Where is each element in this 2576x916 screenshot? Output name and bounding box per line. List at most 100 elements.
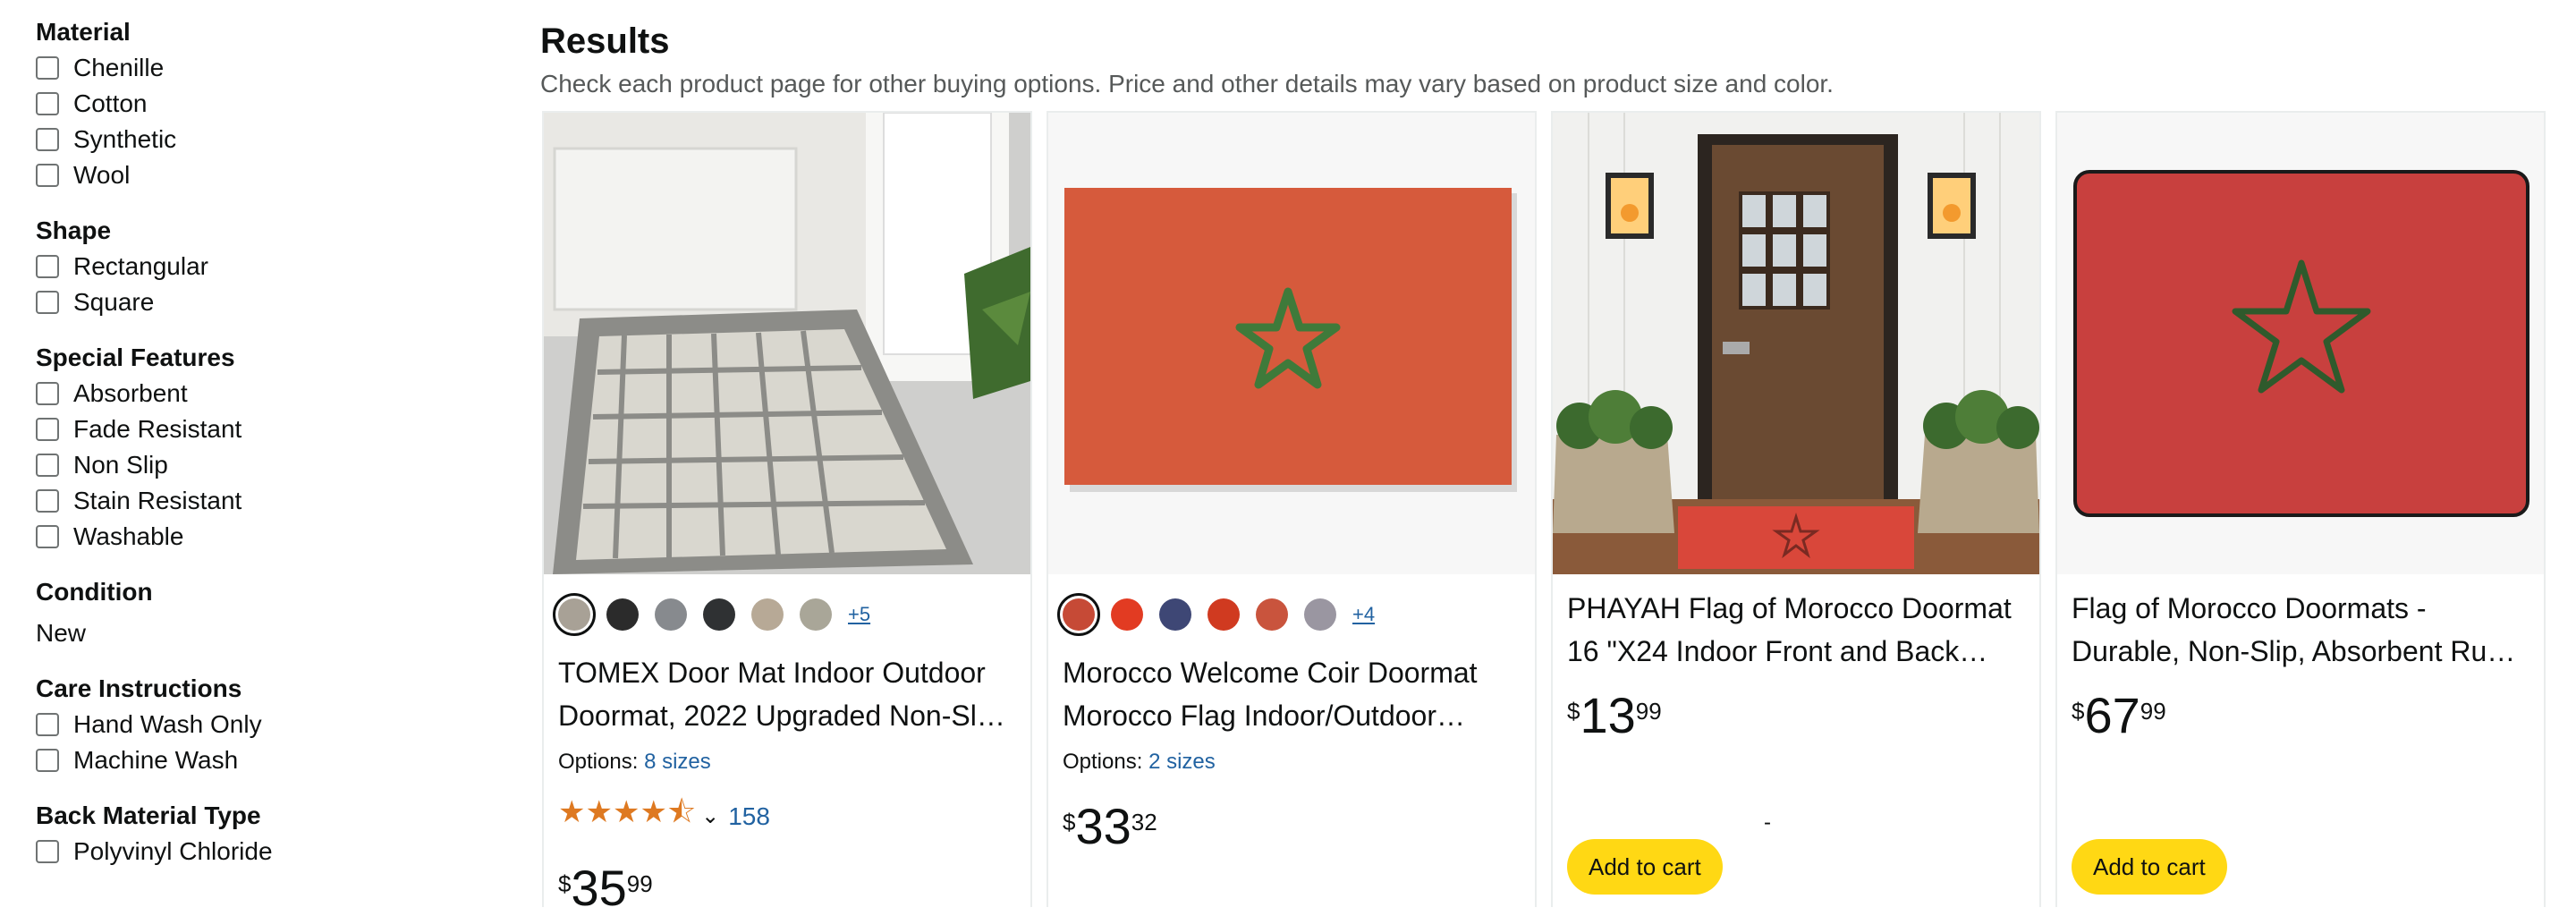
color-swatch[interactable] — [800, 598, 832, 631]
color-swatch[interactable] — [1057, 593, 1100, 636]
price-symbol: $ — [1567, 698, 1580, 725]
filter-option-machine-wash[interactable]: Machine Wash — [36, 742, 465, 778]
filter-option-label: Chenille — [73, 54, 165, 81]
options-link[interactable]: 8 sizes — [644, 750, 711, 774]
product-title[interactable]: PHAYAH Flag of Morocco Doormat 16 "X24 I… — [1567, 587, 2025, 673]
price-whole: 35 — [571, 860, 627, 916]
filter-option-wool[interactable]: Wool — [36, 157, 465, 193]
product-options: Options: 8 sizes — [558, 750, 1016, 775]
checkbox[interactable] — [36, 255, 59, 278]
add-to-cart-button[interactable]: Add to cart — [2072, 839, 2227, 895]
checkbox[interactable] — [36, 418, 59, 441]
filter-option-new[interactable]: New — [36, 615, 465, 651]
filter-title: Back Material Type — [36, 802, 261, 829]
lantern-right — [1928, 173, 1976, 239]
color-swatch[interactable] — [1111, 598, 1143, 631]
product-image[interactable] — [1048, 113, 1535, 574]
product-image[interactable] — [2057, 113, 2544, 574]
results-subtitle: Check each product page for other buying… — [540, 70, 1834, 98]
price-whole: 13 — [1580, 687, 1636, 743]
checkbox[interactable] — [36, 454, 59, 477]
price-symbol: $ — [1063, 809, 1076, 835]
color-swatch[interactable] — [655, 598, 687, 631]
checkbox[interactable] — [36, 382, 59, 405]
checkbox[interactable] — [36, 92, 59, 115]
filter-option-chenille[interactable]: Chenille — [36, 50, 465, 86]
star-rating-icon[interactable]: ★★★★⯪ — [558, 791, 696, 842]
filter-option-non-slip[interactable]: Non Slip — [36, 447, 465, 483]
color-swatch[interactable] — [1256, 598, 1288, 631]
price-whole: 33 — [1075, 798, 1131, 854]
checkbox[interactable] — [36, 164, 59, 187]
product-card: +4 Morocco Welcome Coir Doormat Morocco … — [1046, 111, 1537, 907]
product-title[interactable]: TOMEX Door Mat Indoor Outdoor Doormat, 2… — [558, 651, 1016, 737]
filter-material: Material Chenille Cotton Synthetic Wool — [36, 14, 465, 193]
filter-option-hand-wash-only[interactable]: Hand Wash Only — [36, 707, 465, 742]
filter-option-rectangular[interactable]: Rectangular — [36, 249, 465, 284]
front-door-photo — [1553, 113, 2039, 574]
filter-option-label: Wool — [73, 161, 131, 189]
filter-option-synthetic[interactable]: Synthetic — [36, 122, 465, 157]
options-link[interactable]: 2 sizes — [1148, 750, 1216, 774]
filter-back-material-type: Back Material Type Polyvinyl Chloride — [36, 798, 465, 869]
product-image[interactable] — [1553, 113, 2039, 574]
price-fraction: 32 — [1131, 809, 1157, 835]
price-whole: 67 — [2084, 687, 2140, 743]
color-swatch[interactable] — [703, 598, 735, 631]
color-swatch[interactable] — [553, 593, 596, 636]
add-to-cart-button[interactable]: Add to cart — [1567, 839, 1723, 895]
results-title: Results — [540, 21, 670, 61]
filter-option-fade-resistant[interactable]: Fade Resistant — [36, 411, 465, 447]
color-swatch[interactable] — [1208, 598, 1240, 631]
price-symbol: $ — [2072, 698, 2085, 725]
chevron-down-icon[interactable]: ⌄ — [701, 803, 719, 829]
product-title[interactable]: Flag of Morocco Doormats - Durable, Non-… — [2072, 587, 2529, 673]
checkbox[interactable] — [36, 128, 59, 151]
filter-title: Shape — [36, 216, 112, 244]
color-swatches: +5 — [553, 593, 1016, 636]
filter-option-label: Square — [73, 288, 155, 316]
checkbox[interactable] — [36, 291, 59, 314]
filter-option-label: Fade Resistant — [73, 415, 242, 443]
price-symbol: $ — [558, 870, 572, 897]
filter-option-label: Non Slip — [73, 451, 168, 479]
product-price[interactable]: $ 35 99 — [558, 861, 1016, 915]
product-price[interactable]: $ 33 32 — [1063, 800, 1521, 853]
color-swatch[interactable] — [606, 598, 639, 631]
filter-option-washable[interactable]: Washable — [36, 519, 465, 555]
filter-option-polyvinyl-chloride[interactable]: Polyvinyl Chloride — [36, 834, 465, 869]
color-swatch[interactable] — [1159, 598, 1191, 631]
filter-option-cotton[interactable]: Cotton — [36, 86, 465, 122]
checkbox[interactable] — [36, 525, 59, 548]
product-price[interactable]: $ 13 99 — [1567, 689, 2025, 742]
results-header: Results Check each product page for othe… — [540, 16, 1834, 102]
checkbox[interactable] — [36, 489, 59, 513]
more-colors-link[interactable]: +4 — [1352, 603, 1375, 626]
options-label: Options: — [558, 750, 639, 774]
checkbox[interactable] — [36, 56, 59, 80]
product-image[interactable] — [544, 113, 1030, 574]
filter-special-features: Special Features Absorbent Fade Resistan… — [36, 340, 465, 555]
filter-title: Special Features — [36, 344, 235, 371]
more-colors-link[interactable]: +5 — [848, 603, 870, 626]
product-card: +5 TOMEX Door Mat Indoor Outdoor Doormat… — [542, 111, 1032, 915]
card-body: +5 TOMEX Door Mat Indoor Outdoor Doormat… — [544, 593, 1030, 915]
product-title[interactable]: Morocco Welcome Coir Doormat Morocco Fla… — [1063, 651, 1521, 737]
rating-count-link[interactable]: 158 — [728, 802, 770, 831]
checkbox[interactable] — [36, 840, 59, 863]
checkbox[interactable] — [36, 713, 59, 736]
filter-title: Material — [36, 18, 131, 46]
color-swatch[interactable] — [1304, 598, 1336, 631]
filter-title: Care Instructions — [36, 674, 242, 702]
color-swatches: +4 — [1057, 593, 1521, 636]
filter-option-square[interactable]: Square — [36, 284, 465, 320]
product-price[interactable]: $ 67 99 — [2072, 689, 2529, 742]
filter-option-label: Synthetic — [73, 125, 177, 153]
filter-option-stain-resistant[interactable]: Stain Resistant — [36, 483, 465, 519]
card-body: PHAYAH Flag of Morocco Doormat 16 "X24 I… — [1553, 587, 2039, 742]
flag-doormat-photo — [2057, 113, 2544, 574]
filter-option-absorbent[interactable]: Absorbent — [36, 376, 465, 411]
door-mat-photo — [544, 113, 1030, 574]
checkbox[interactable] — [36, 749, 59, 772]
color-swatch[interactable] — [751, 598, 784, 631]
